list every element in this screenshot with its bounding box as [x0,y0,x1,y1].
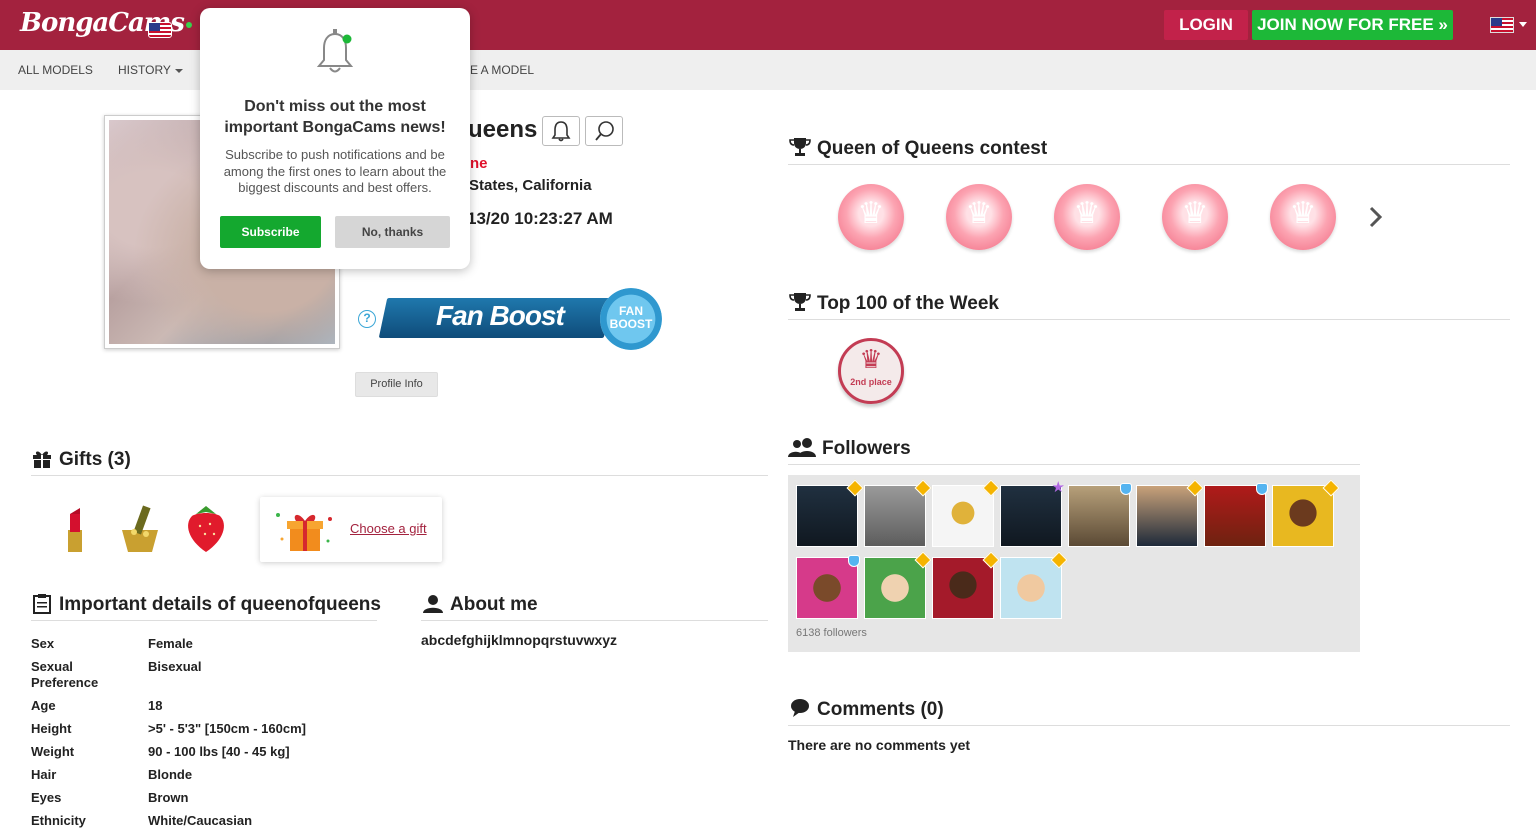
follower-avatar[interactable] [1272,479,1340,547]
trophy-icon [789,293,811,311]
detail-label-eyes: Eyes [31,790,62,805]
language-flag-icon[interactable] [1490,17,1514,33]
logo-flag-icon [148,22,172,38]
clipboard-icon [33,594,51,614]
popup-arrow [440,8,458,17]
no-thanks-button[interactable]: No, thanks [335,216,450,248]
nav-history-label: HISTORY [118,63,171,77]
contest-crown-icon[interactable] [1054,184,1120,250]
detail-label-age: Age [31,698,56,713]
chat-bubble-icon [595,121,614,141]
choose-gift-link[interactable]: Choose a gift [350,521,427,536]
shield-badge-icon [1256,483,1268,495]
about-text: abcdefghijklmnopqrstuvwxyz [421,632,618,648]
detail-value-age: 18 [148,698,163,713]
shield-badge-icon [848,555,860,567]
followers-title: Followers [822,438,911,459]
comment-icon [791,699,809,717]
follower-avatar[interactable] [796,479,864,547]
trophy-icon [789,138,811,156]
contest-crown-icon[interactable] [1270,184,1336,250]
join-button[interactable]: JOIN NOW FOR FREE » [1252,10,1453,40]
follower-avatar[interactable] [864,479,932,547]
online-indicator-icon [186,22,192,28]
details-title: Important details of queenofqueens [59,594,381,615]
detail-label-preference: Sexual Preference [31,659,99,690]
star-badge-icon: ★ [1051,479,1065,496]
detail-label-height: Height [31,721,72,736]
nav-become-model[interactable]: ME A MODEL [460,63,534,77]
detail-value-hair: Blonde [148,767,193,782]
detail-value-sex: Female [148,636,193,651]
popup-title: Don't miss out the most important BongaC… [224,98,446,136]
bell-icon [551,121,571,142]
follower-avatar[interactable] [864,551,932,619]
model-name: ueens [468,116,538,143]
bell-icon [316,29,354,73]
detail-label-sex: Sex [31,636,55,651]
follower-avatar[interactable] [1136,479,1204,547]
follower-avatar[interactable] [1068,483,1132,547]
lipstick-gift-icon[interactable] [46,500,102,556]
detail-value-weight: 90 - 100 lbs [40 - 45 kg] [148,744,290,759]
detail-value-height: >5' - 5'3" [150cm - 160cm] [148,721,306,736]
detail-label-weight: Weight [31,744,75,759]
shield-badge-icon [1120,483,1132,495]
details-divider [31,620,377,621]
message-button[interactable] [585,116,623,146]
user-icon [423,595,443,613]
detail-value-ethnicity: White/Caucasian [148,813,253,828]
follower-avatar[interactable] [796,555,860,619]
follower-avatar[interactable] [1000,551,1068,619]
nav-history[interactable]: HISTORY [118,63,183,77]
strawberry-gift-icon[interactable] [178,500,234,556]
nav-all-models[interactable]: ALL MODELS [18,63,93,77]
online-status: ne [470,155,488,172]
login-button[interactable]: LOGIN [1164,10,1248,40]
followers-count: 6138 followers [796,627,867,639]
contest-crown-icon[interactable] [946,184,1012,250]
users-icon [788,438,816,457]
notify-button[interactable] [542,116,580,146]
gift-box-icon [276,513,332,551]
detail-label-ethnicity: Ethnicity [31,813,86,828]
fanboost-label[interactable]: Fan Boost [436,300,565,332]
last-seen-time: 13/20 10:23:27 AM [467,209,613,228]
fanboost-badge-icon[interactable]: FAN BOOST [600,288,662,350]
about-title: About me [450,594,538,615]
detail-label-hair: Hair [31,767,57,782]
follower-avatar[interactable] [1204,483,1268,547]
profile-info-button[interactable]: Profile Info [355,372,438,397]
help-icon[interactable]: ? [358,310,376,328]
gifts-divider [31,475,768,476]
place-label: 2nd place [850,377,892,387]
model-location: States, California [469,177,592,194]
subscribe-button[interactable]: Subscribe [220,216,321,248]
chevron-down-icon[interactable] [1519,22,1527,27]
contest-title: Queen of Queens contest [817,138,1048,159]
about-divider [421,620,768,621]
no-comments-text: There are no comments yet [788,737,971,753]
contest-crown-icon[interactable] [838,184,904,250]
comments-title: Comments (0) [817,699,944,720]
chevron-right-icon[interactable] [1368,206,1384,228]
follower-avatar[interactable]: ★ [1000,479,1065,547]
detail-value-eyes: Brown [148,790,189,805]
place-badge[interactable]: ♛ 2nd place [838,338,904,404]
chevron-down-icon [174,68,183,73]
gifts-title: Gifts (3) [59,449,131,470]
top100-divider [788,319,1510,320]
follower-avatar[interactable] [932,551,1000,619]
comments-divider [788,725,1510,726]
crown-icon: ♛ [859,344,883,374]
follower-avatar[interactable] [932,479,1000,547]
top100-title: Top 100 of the Week [817,293,999,314]
popup-text: Subscribe to push notifications and be a… [223,147,447,195]
detail-value-preference: Bisexual [148,659,202,674]
champagne-gift-icon[interactable] [112,500,168,556]
contest-divider [788,164,1510,165]
gift-icon [33,451,51,468]
contest-crown-icon[interactable] [1162,184,1228,250]
followers-divider [788,464,1360,465]
